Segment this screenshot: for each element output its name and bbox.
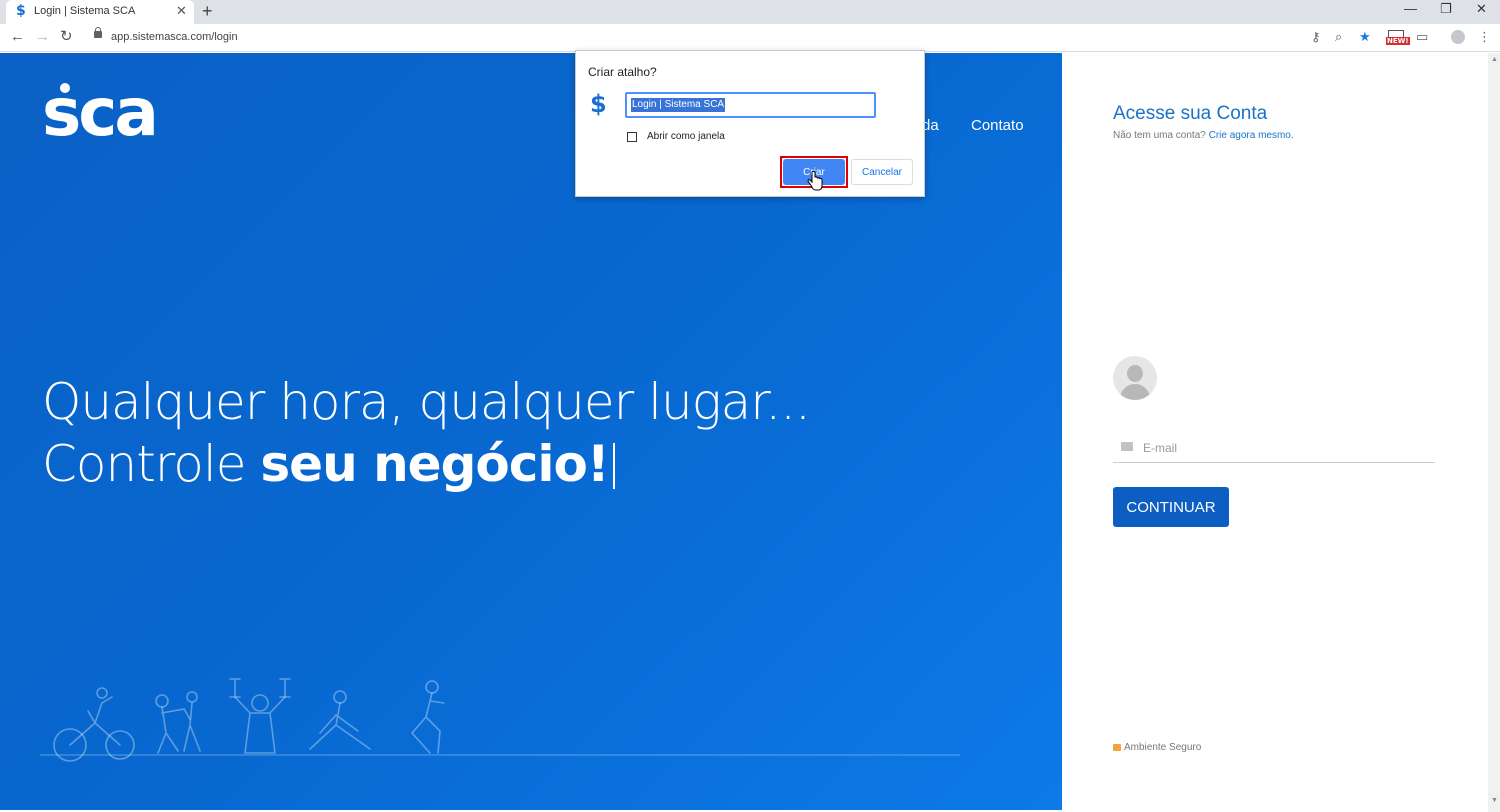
shortcut-name-selection: Login | Sistema SCA — [631, 98, 726, 112]
email-field — [1113, 433, 1435, 463]
login-title: Acesse sua Conta — [1113, 103, 1268, 124]
cancel-button[interactable]: Cancelar — [851, 159, 913, 185]
hand-cursor-icon — [807, 171, 823, 191]
profile-avatar-icon[interactable] — [1451, 30, 1465, 44]
continue-button[interactable]: CONTINUAR — [1113, 487, 1229, 527]
reload-button[interactable]: ↻ — [60, 28, 73, 46]
lock-icon — [1113, 744, 1121, 751]
avatar-body — [1120, 384, 1150, 400]
sca-favicon-icon: $ — [16, 3, 26, 19]
user-avatar-icon — [1113, 356, 1157, 400]
headline-line-1: Qualquer hora, qualquer lugar... — [42, 373, 811, 431]
email-input[interactable] — [1143, 438, 1423, 458]
page-scrollbar[interactable]: ▲ ▼ — [1488, 53, 1500, 812]
close-window-button[interactable]: ✕ — [1476, 1, 1487, 17]
create-shortcut-dialog: Criar atalho? $ Login | Sistema SCA Abri… — [575, 50, 925, 197]
extension-icon[interactable]: NEW! — [1386, 30, 1410, 46]
headline-line-2: Controle seu negócio! — [42, 433, 810, 495]
dialog-title: Criar atalho? — [588, 65, 657, 79]
create-account-link[interactable]: Crie agora mesmo. — [1209, 130, 1294, 141]
tab-strip: $ Login | Sistema SCA ✕ + — ❐ ✕ — [0, 0, 1500, 24]
forward-button[interactable]: → — [35, 28, 50, 46]
extension-new-badge: NEW! — [1386, 37, 1410, 45]
back-button[interactable]: ← — [10, 28, 25, 46]
lock-icon[interactable] — [94, 27, 102, 38]
open-as-window-checkbox[interactable] — [627, 132, 637, 142]
minimize-button[interactable]: — — [1404, 1, 1417, 17]
key-icon[interactable]: ⚷ — [1311, 29, 1321, 45]
tab-close-icon[interactable]: ✕ — [176, 3, 187, 19]
headline-regular: Controle — [42, 435, 261, 493]
sport-illustration-icon — [40, 678, 961, 762]
login-panel: Acesse sua Conta Não tem uma conta? Crie… — [1062, 53, 1488, 810]
login-subtitle: Não tem uma conta? Crie agora mesmo. — [1113, 130, 1294, 141]
mail-icon — [1121, 442, 1133, 451]
browser-tab[interactable]: $ Login | Sistema SCA ✕ — [6, 0, 194, 24]
typing-caret — [612, 443, 615, 489]
scroll-up-icon[interactable]: ▲ — [1491, 56, 1498, 63]
restore-button[interactable]: ❐ — [1440, 1, 1452, 17]
tab-title: Login | Sistema SCA — [34, 5, 136, 17]
new-tab-button[interactable]: + — [202, 1, 213, 21]
hero-headline: Qualquer hora, qualquer lugar... Control… — [42, 371, 811, 495]
secure-label: Ambiente Seguro — [1124, 742, 1202, 753]
cast-icon[interactable]: ▭ — [1416, 29, 1428, 45]
nav-link-contato[interactable]: Contato — [971, 117, 1024, 134]
bookmark-star-icon[interactable]: ★ — [1359, 29, 1371, 45]
address-bar[interactable]: app.sistemasca.com/login — [111, 31, 238, 43]
browser-toolbar: ← → ↻ app.sistemasca.com/login ⚷ ⌕ ★ NEW… — [0, 24, 1500, 52]
open-as-window-label: Abrir como janela — [647, 131, 725, 142]
secure-environment: Ambiente Seguro — [1113, 742, 1201, 753]
logo-dot — [60, 83, 70, 93]
no-account-text: Não tem uma conta? — [1113, 130, 1206, 141]
headline-bold: seu negócio! — [260, 435, 609, 493]
avatar-head — [1127, 365, 1143, 382]
sca-app-icon: $ — [590, 90, 607, 118]
browser-menu-icon[interactable]: ⋮ — [1478, 29, 1491, 45]
scroll-down-icon[interactable]: ▼ — [1491, 797, 1498, 804]
zoom-icon[interactable]: ⌕ — [1335, 29, 1342, 45]
